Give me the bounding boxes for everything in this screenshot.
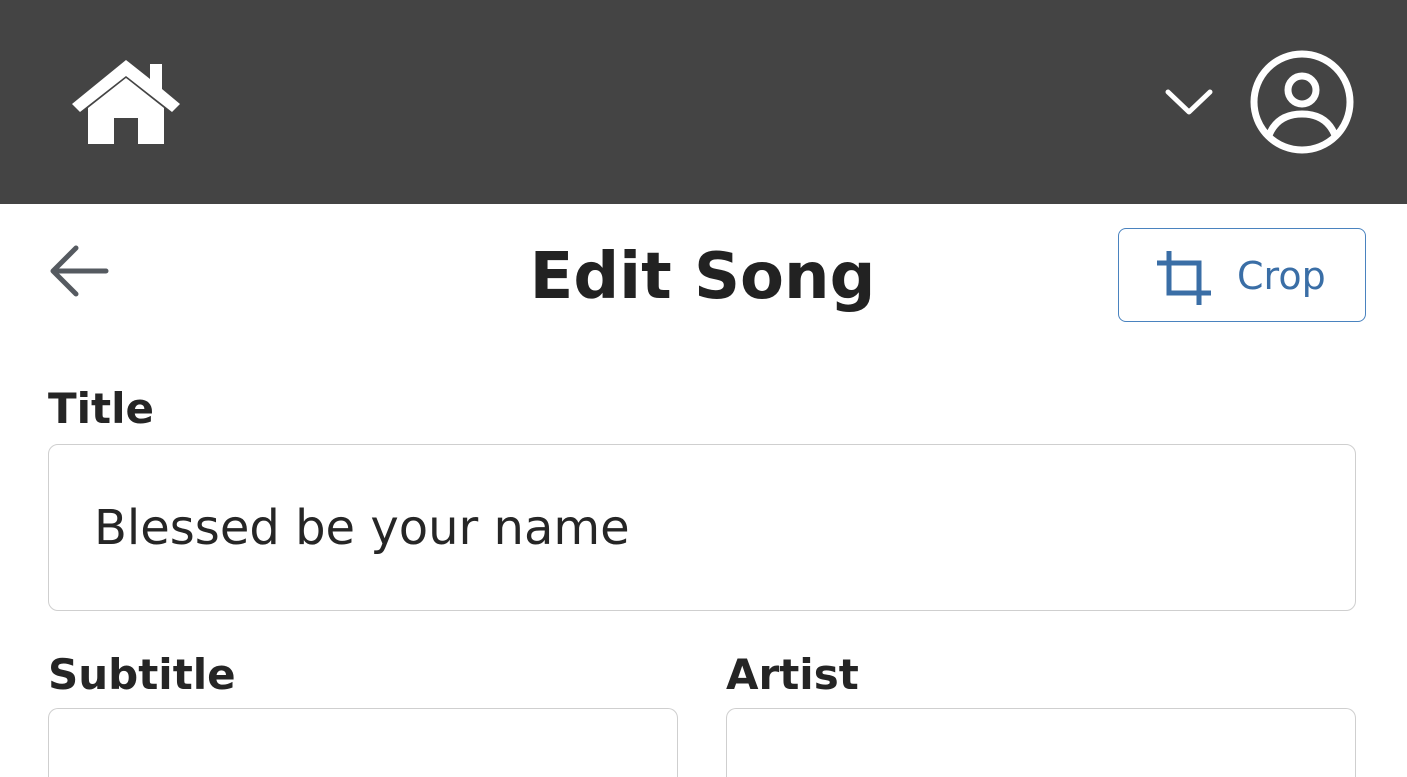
account-menu-toggle[interactable] — [1160, 82, 1218, 122]
artist-field[interactable] — [726, 708, 1356, 777]
account-avatar-button[interactable] — [1248, 48, 1356, 156]
page-title: Edit Song — [529, 240, 876, 314]
subtitle-field[interactable] — [48, 708, 678, 777]
back-button[interactable] — [44, 238, 114, 304]
title-field-value: Blessed be your name — [94, 499, 630, 556]
subtitle-label: Subtitle — [48, 650, 236, 699]
title-label: Title — [48, 384, 155, 433]
chevron-down-icon — [1165, 89, 1213, 115]
crop-button[interactable]: Crop — [1118, 228, 1366, 322]
home-icon — [72, 60, 180, 144]
arrow-left-icon — [50, 245, 109, 297]
title-field[interactable]: Blessed be your name — [48, 444, 1356, 611]
top-app-bar — [0, 0, 1407, 204]
crop-button-label: Crop — [1237, 254, 1326, 298]
crop-icon — [1157, 251, 1211, 305]
artist-label: Artist — [726, 650, 859, 699]
user-circle-icon — [1250, 50, 1354, 154]
home-button[interactable] — [68, 56, 184, 148]
